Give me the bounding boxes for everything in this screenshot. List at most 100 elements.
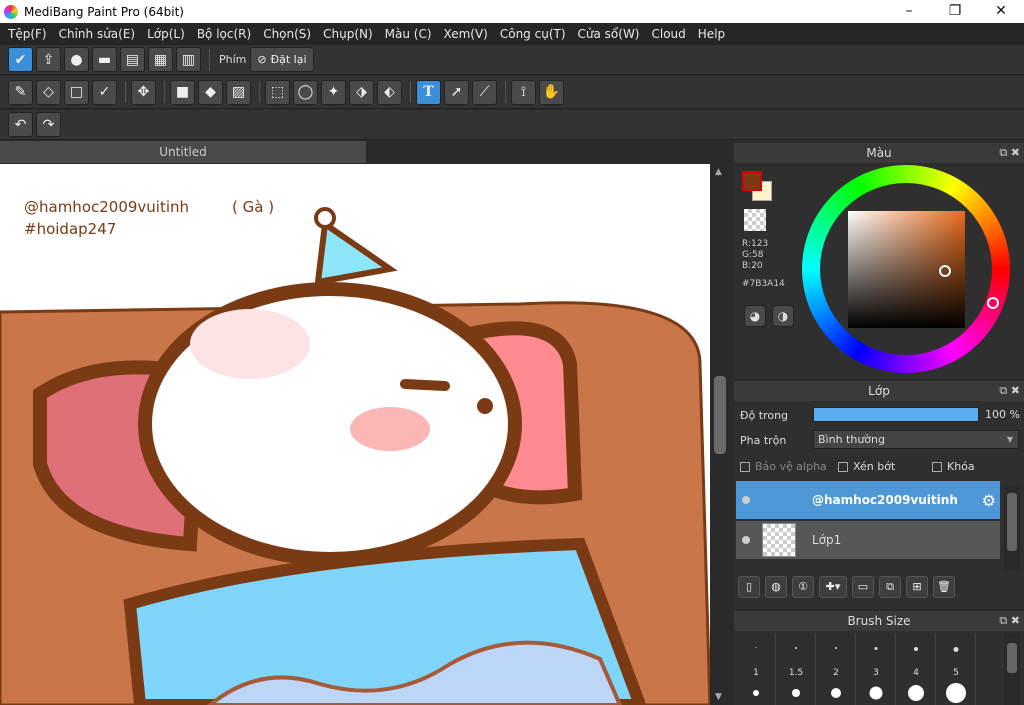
divide-tool-icon[interactable]: ⟋ <box>472 79 497 105</box>
brush-tool-icon[interactable]: ✎ <box>8 79 33 105</box>
layer-row[interactable]: Lớp1 <box>736 521 1000 559</box>
menu-cloud[interactable]: Cloud <box>652 27 686 41</box>
brush-size-scrollbar[interactable] <box>1004 633 1020 705</box>
clipping-checkbox[interactable] <box>838 461 848 472</box>
brush-size-option[interactable]: 2 <box>816 633 856 705</box>
scroll-down-icon[interactable]: ▼ <box>715 692 722 702</box>
menu-view[interactable]: Xem(V) <box>444 27 488 41</box>
visibility-icon[interactable] <box>742 496 750 504</box>
lock-checkbox[interactable] <box>932 461 942 472</box>
redo-icon[interactable]: ↷ <box>36 112 61 137</box>
divider <box>125 81 126 103</box>
brush-size-option[interactable]: 5 <box>936 633 976 705</box>
rectangle-tool-icon[interactable]: □ <box>64 79 89 105</box>
tab-untitled[interactable]: Untitled <box>0 141 366 163</box>
maximize-button[interactable]: ❐ <box>932 0 978 23</box>
foreground-color-swatch[interactable] <box>742 171 762 191</box>
share-icon[interactable]: ⇪ <box>36 47 61 72</box>
panel-controls[interactable]: ⧉ ✖ <box>999 611 1020 631</box>
page-icon[interactable]: ▤ <box>120 47 145 72</box>
dot-tool-icon[interactable]: ✓ <box>92 79 117 105</box>
panel-controls[interactable]: ⧉ ✖ <box>999 143 1020 163</box>
hue-picker-marker[interactable] <box>987 297 999 309</box>
sv-picker-marker[interactable] <box>939 265 951 277</box>
canvas-scrollbar[interactable]: ▲ ▼ <box>710 164 730 705</box>
layer-name: Lớp1 <box>812 533 842 547</box>
grid-icon[interactable]: ▥ <box>176 47 201 72</box>
select-tool-icon[interactable]: ⬚ <box>265 79 290 105</box>
palette-icon[interactable]: ◕ <box>744 305 766 327</box>
layer-thumbnail <box>762 483 796 517</box>
menu-window[interactable]: Cửa sổ(W) <box>578 27 640 41</box>
blend-mode-select[interactable]: Bình thường ▼ <box>813 430 1019 449</box>
undo-icon[interactable]: ↶ <box>8 112 33 137</box>
brush-size-option[interactable]: 1 <box>736 633 776 705</box>
eraser-tool-icon[interactable]: ◇ <box>36 79 61 105</box>
select-eraser-tool-icon[interactable]: ⬖ <box>377 79 402 105</box>
divider <box>164 81 165 103</box>
brush-size-option[interactable]: 3 <box>856 633 896 705</box>
menu-snap[interactable]: Chụp(N) <box>323 27 373 41</box>
form-icon[interactable]: ▦ <box>148 47 173 72</box>
comment-icon[interactable]: ▬ <box>92 47 117 72</box>
cloud-save-icon[interactable]: ✔ <box>8 47 33 72</box>
drawing-canvas[interactable]: @hamhoc2009vuitinh ( Gà ) #hoidap247 <box>0 164 710 705</box>
gear-icon[interactable]: ⚙ <box>982 491 996 510</box>
magic-wand-tool-icon[interactable]: ✦ <box>321 79 346 105</box>
merge-layer-icon[interactable]: ⊞ <box>906 576 928 598</box>
chevron-down-icon: ▼ <box>1006 435 1013 444</box>
menu-layer[interactable]: Lớp(L) <box>147 27 185 41</box>
transparent-color-swatch[interactable] <box>744 209 766 231</box>
menu-tools[interactable]: Công cụ(T) <box>500 27 566 41</box>
minimize-button[interactable]: – <box>886 0 932 23</box>
speech-bubble-icon[interactable]: ● <box>64 47 89 72</box>
menu-edit[interactable]: Chỉnh sửa(E) <box>59 27 136 41</box>
move-tool-icon[interactable]: ✥ <box>131 79 156 105</box>
visibility-icon[interactable] <box>742 536 750 544</box>
add-layer-menu-icon[interactable]: ✚▾ <box>819 576 847 598</box>
brush-size-option[interactable]: 4 <box>896 633 936 705</box>
blend-label: Pha trộn <box>740 434 787 447</box>
reset-button[interactable]: ⊘ Đặt lại <box>250 47 314 72</box>
brush-size-title: Brush Size <box>847 614 911 628</box>
brush-size-option[interactable]: 1.5 <box>776 633 816 705</box>
layer-row[interactable]: @hamhoc2009vuitinh ⚙ <box>736 481 1000 519</box>
green-value: G:58 <box>742 250 764 260</box>
menu-file[interactable]: Tệp(F) <box>8 27 47 41</box>
palette-settings-icon[interactable]: ◑ <box>772 305 794 327</box>
cheek-left <box>190 309 310 379</box>
tool-bar: ✎ ◇ □ ✓ ✥ ■ ◆ ▨ ⬚ ◯ ✦ ⬗ ⬖ T ➚ ⟋ ⟟ ✋ <box>0 76 1024 109</box>
cheek-right <box>350 407 430 451</box>
close-button[interactable]: ✕ <box>978 0 1024 23</box>
menu-filter[interactable]: Bộ lọc(R) <box>197 27 251 41</box>
layer-list-scrollbar[interactable] <box>1004 485 1020 571</box>
clipping-option[interactable]: Xén bớt <box>838 460 895 473</box>
eyedropper-tool-icon[interactable]: ⟟ <box>511 79 536 105</box>
protect-alpha-option[interactable]: Bảo vệ alpha <box>740 460 827 473</box>
folder-icon[interactable]: ▭ <box>852 576 874 598</box>
protect-alpha-checkbox[interactable] <box>740 461 750 472</box>
operation-tool-icon[interactable]: ➚ <box>444 79 469 105</box>
fill-rect-tool-icon[interactable]: ■ <box>170 79 195 105</box>
panel-controls[interactable]: ⧉ ✖ <box>999 381 1020 401</box>
hand-tool-icon[interactable]: ✋ <box>539 79 564 105</box>
blend-mode-value: Bình thường <box>818 433 885 446</box>
opacity-slider[interactable] <box>813 407 979 422</box>
lock-label: Khóa <box>947 460 975 473</box>
bucket-tool-icon[interactable]: ◆ <box>198 79 223 105</box>
gradient-tool-icon[interactable]: ▨ <box>226 79 251 105</box>
scroll-up-icon[interactable]: ▲ <box>715 167 722 177</box>
new-8bit-layer-icon[interactable]: ① <box>792 576 814 598</box>
duplicate-layer-icon[interactable]: ⧉ <box>879 576 901 598</box>
menu-color[interactable]: Màu (C) <box>385 27 432 41</box>
new-halftone-layer-icon[interactable]: ◍ <box>765 576 787 598</box>
scroll-thumb[interactable] <box>714 376 726 454</box>
text-tool-icon[interactable]: T <box>416 79 441 105</box>
lock-option[interactable]: Khóa <box>932 460 975 473</box>
new-layer-icon[interactable]: ▯ <box>738 576 760 598</box>
select-pen-tool-icon[interactable]: ⬗ <box>349 79 374 105</box>
lasso-tool-icon[interactable]: ◯ <box>293 79 318 105</box>
menu-select[interactable]: Chọn(S) <box>263 27 311 41</box>
trash-icon[interactable]: 🗑 <box>933 576 955 598</box>
menu-help[interactable]: Help <box>698 27 725 41</box>
